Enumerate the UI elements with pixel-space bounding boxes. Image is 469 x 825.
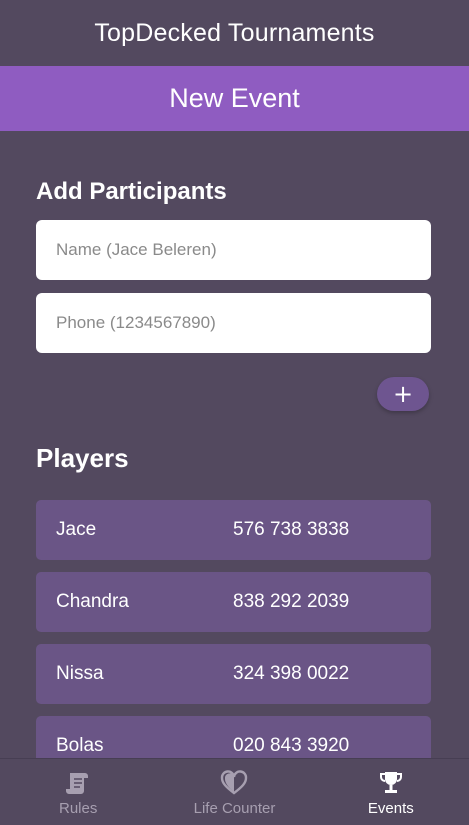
add-participants-title: Add Participants: [36, 178, 227, 205]
nav-item-rules[interactable]: Rules: [0, 759, 156, 825]
player-name: Bolas: [56, 735, 104, 756]
player-phone: 020 843 3920: [233, 735, 350, 756]
main-content: Add Participants + Players Jace 576 738 …: [0, 178, 469, 776]
nav-label-life-counter: Life Counter: [193, 800, 276, 817]
scroll-icon: [66, 773, 89, 794]
app-header: TopDecked Tournaments: [0, 0, 469, 66]
players-title: Players: [36, 443, 129, 473]
player-phone: 324 398 0022: [233, 663, 350, 684]
nav-label-events: Events: [367, 800, 414, 817]
phone-field[interactable]: [36, 293, 431, 353]
nav-item-events[interactable]: Events: [313, 759, 469, 825]
page-banner: New Event: [0, 66, 469, 131]
phone-input[interactable]: [56, 313, 431, 333]
bottom-nav: Rules Life Counter Events: [0, 758, 469, 825]
player-row[interactable]: Jace 576 738 3838: [36, 500, 431, 560]
player-name: Nissa: [56, 663, 104, 684]
name-input[interactable]: [56, 240, 431, 260]
player-row[interactable]: Chandra 838 292 2039: [36, 572, 431, 632]
player-phone: 838 292 2039: [233, 591, 350, 612]
page-title: New Event: [169, 83, 300, 113]
heart-icon: [221, 770, 248, 795]
players-list: Jace 576 738 3838 Chandra 838 292 2039 N…: [36, 500, 431, 776]
name-field[interactable]: [36, 220, 431, 280]
player-name: Jace: [56, 519, 97, 540]
nav-label-rules: Rules: [58, 800, 98, 817]
add-row: +: [36, 377, 431, 411]
player-name: Chandra: [56, 591, 129, 612]
app-title: TopDecked Tournaments: [94, 18, 375, 47]
add-participant-button[interactable]: +: [377, 377, 429, 411]
nav-item-life-counter[interactable]: Life Counter: [156, 759, 312, 825]
trophy-icon: [379, 772, 402, 793]
player-phone: 576 738 3838: [233, 519, 350, 540]
player-row[interactable]: Nissa 324 398 0022: [36, 644, 431, 704]
